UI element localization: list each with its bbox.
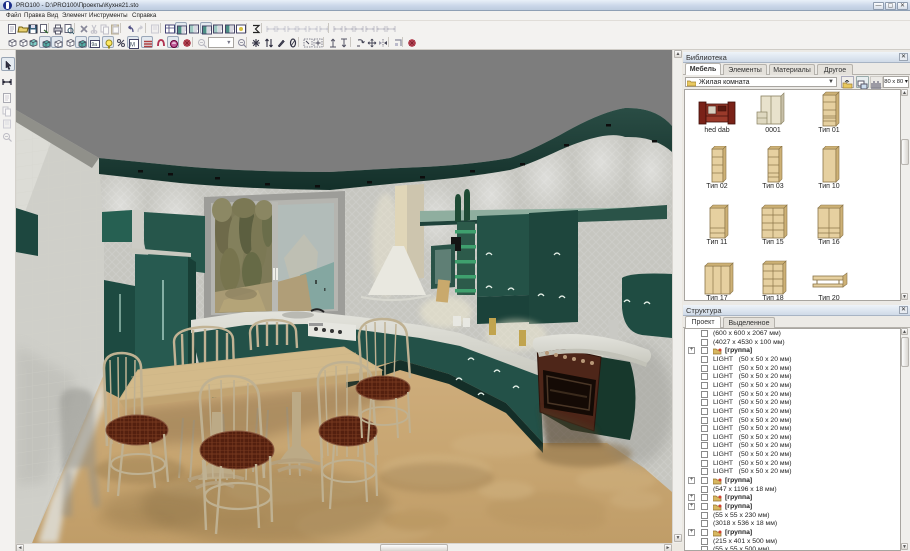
svg-text:9a: 9a — [92, 42, 98, 48]
svg-text:M: M — [130, 43, 135, 49]
